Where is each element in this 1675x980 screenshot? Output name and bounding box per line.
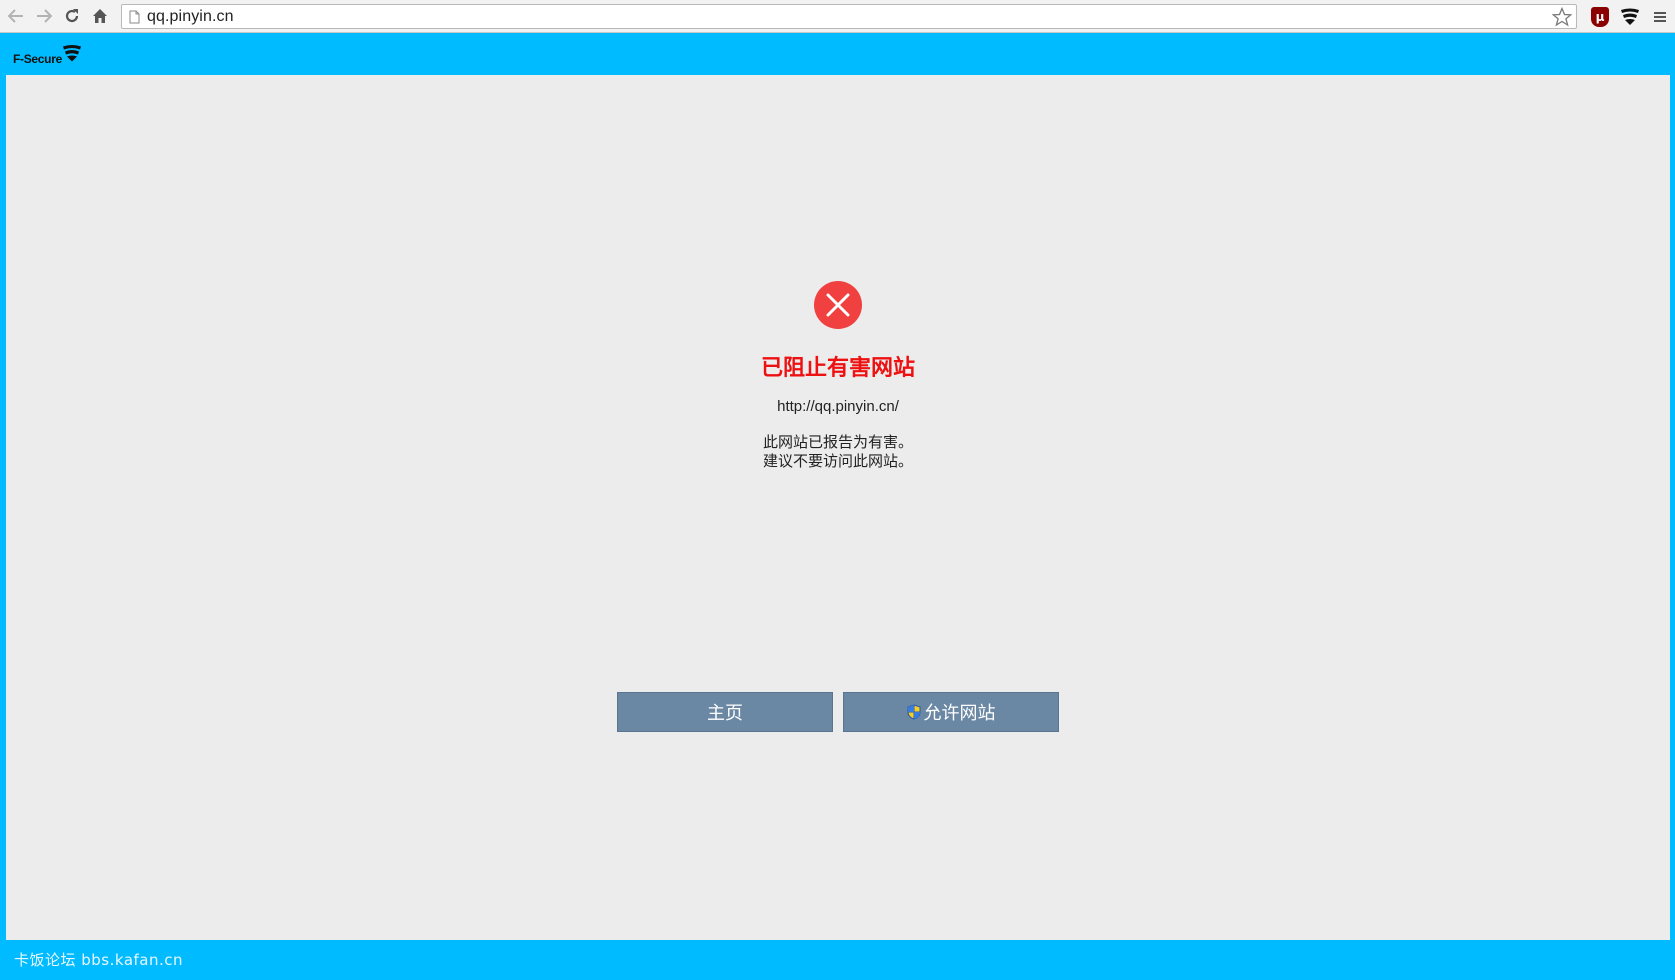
block-page-content: 已阻止有害网站 http://qq.pinyin.cn/ 此网站已报告为有害。 … [6, 75, 1670, 940]
back-button[interactable] [2, 2, 30, 30]
description-line-1: 此网站已报告为有害。 [762, 433, 913, 451]
uac-shield-icon [907, 704, 921, 720]
page-title: 已阻止有害网站 [760, 356, 915, 381]
description-line-2: 建议不要访问此网站。 [762, 452, 913, 470]
frame-right-edge [1670, 75, 1675, 940]
blocked-url: http://qq.pinyin.cn/ [777, 398, 899, 415]
menu-button[interactable] [1645, 2, 1675, 32]
header-band: F-Secure [0, 34, 1675, 75]
star-icon[interactable] [1551, 6, 1573, 32]
arrow-right-icon [37, 9, 52, 23]
url-text[interactable]: qq.pinyin.cn [147, 8, 234, 26]
extension-area: μ [1585, 0, 1675, 33]
watermark-text: 卡饭论坛 bbs.kafan.cn [14, 951, 184, 969]
reload-icon [65, 9, 79, 23]
block-description: 此网站已报告为有害。 建议不要访问此网站。 [6, 433, 1670, 471]
error-x-icon [814, 281, 862, 329]
home-page-button[interactable]: 主页 [617, 692, 833, 732]
address-bar[interactable]: qq.pinyin.cn [121, 4, 1577, 29]
brand-name: F-Secure [13, 52, 62, 66]
fsecure-logo-icon [62, 45, 81, 62]
arrow-left-icon [8, 9, 23, 23]
page-icon [129, 10, 141, 24]
allow-site-button[interactable]: 允许网站 [843, 692, 1059, 732]
hamburger-menu-icon [1654, 11, 1666, 22]
allow-site-button-label: 允许网站 [923, 703, 996, 724]
home-page-button-label: 主页 [707, 703, 743, 724]
ublock-button[interactable]: μ [1585, 2, 1615, 32]
brand-logo: F-Secure [13, 44, 82, 66]
fsecure-extension-button[interactable] [1615, 2, 1645, 32]
browser-toolbar: qq.pinyin.cn μ [0, 0, 1675, 33]
fsecure-icon [1621, 8, 1639, 25]
ublock-icon: μ [1591, 6, 1609, 27]
reload-button[interactable] [58, 2, 86, 30]
forward-button[interactable] [30, 2, 58, 30]
home-button[interactable] [86, 2, 114, 30]
home-icon [93, 9, 107, 23]
navigation-buttons [2, 2, 114, 30]
footer-band: 卡饭论坛 bbs.kafan.cn [0, 940, 1675, 980]
